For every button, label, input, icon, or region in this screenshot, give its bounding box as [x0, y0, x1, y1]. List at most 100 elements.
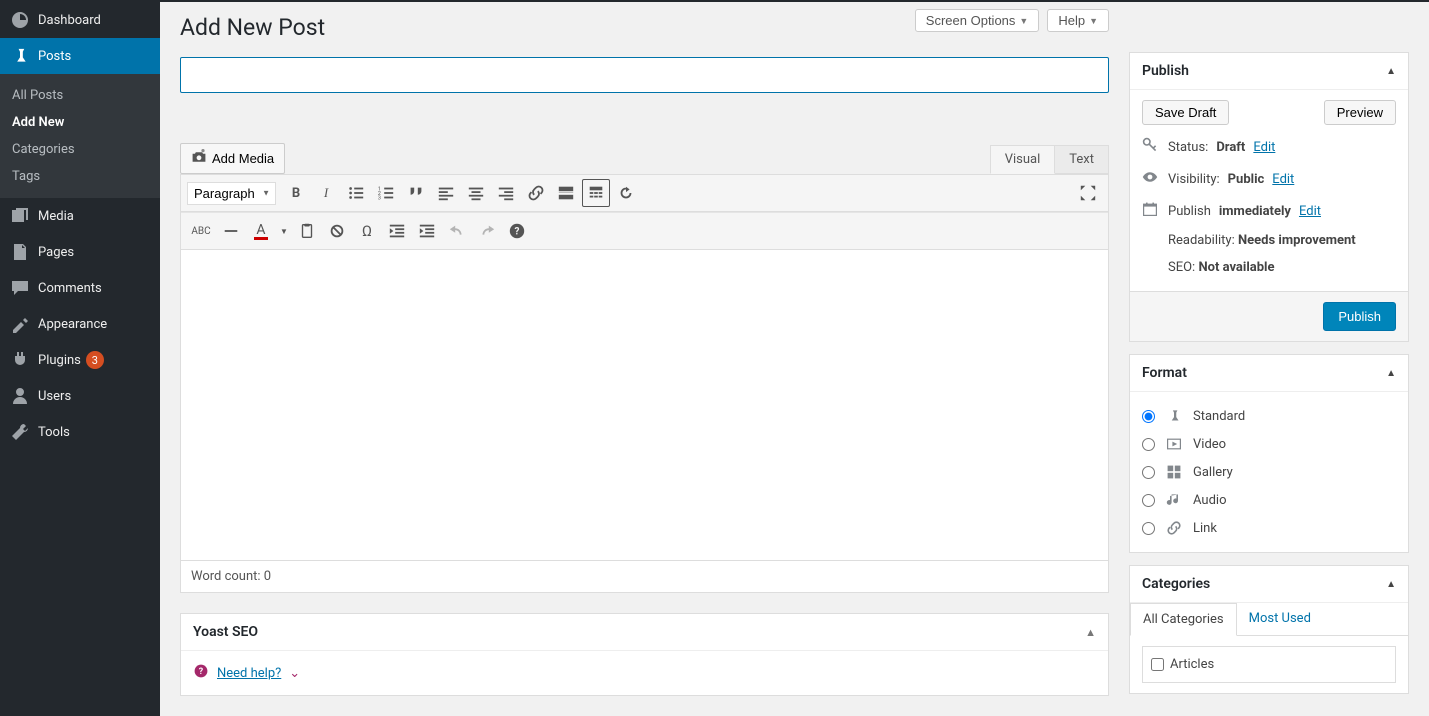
hr-button[interactable] — [217, 217, 245, 245]
edit-visibility-link[interactable]: Edit — [1272, 172, 1294, 187]
submenu-tags[interactable]: Tags — [0, 163, 160, 190]
gallery-icon — [1165, 463, 1183, 481]
text-color-dropdown[interactable]: ▼ — [277, 217, 291, 245]
format-option-gallery[interactable]: Gallery — [1142, 458, 1396, 486]
bullet-list-button[interactable] — [342, 179, 370, 207]
svg-text:?: ? — [199, 667, 204, 677]
sidebar-label: Appearance — [38, 317, 107, 332]
preview-button[interactable]: Preview — [1324, 100, 1396, 125]
clear-formatting-button[interactable] — [323, 217, 351, 245]
publish-button[interactable]: Publish — [1323, 302, 1396, 331]
sidebar-item-appearance[interactable]: Appearance — [0, 306, 160, 342]
toolbar-toggle-button[interactable] — [582, 179, 610, 207]
undo-button[interactable] — [443, 217, 471, 245]
sidebar-item-dashboard[interactable]: Dashboard — [0, 2, 160, 38]
screen-options-button[interactable]: Screen Options — [915, 9, 1040, 32]
sidebar-label: Comments — [38, 281, 102, 296]
chevron-up-icon: ▲ — [1386, 368, 1396, 379]
publish-panel: Publish ▲ Save Draft Preview Status: Dra… — [1129, 52, 1409, 342]
video-icon — [1165, 435, 1183, 453]
word-count: Word count: 0 — [181, 560, 1108, 592]
submenu-categories[interactable]: Categories — [0, 136, 160, 163]
pin-icon — [1165, 407, 1183, 425]
redo-button[interactable] — [473, 217, 501, 245]
blockquote-button[interactable] — [402, 179, 430, 207]
link-icon — [1165, 519, 1183, 537]
bold-button[interactable]: B — [282, 179, 310, 207]
fullscreen-button[interactable] — [1074, 179, 1102, 207]
sidebar-item-comments[interactable]: Comments — [0, 270, 160, 306]
sidebar-item-media[interactable]: Media — [0, 198, 160, 234]
add-media-button[interactable]: Add Media — [180, 143, 285, 174]
edit-schedule-link[interactable]: Edit — [1299, 204, 1321, 219]
submenu-add-new[interactable]: Add New — [0, 109, 160, 136]
format-option-audio[interactable]: Audio — [1142, 486, 1396, 514]
sidebar-label: Pages — [38, 245, 74, 260]
paragraph-format-select[interactable]: Paragraph — [187, 182, 276, 205]
yoast-seo-metabox: Yoast SEO ▲ ? Need help? ⌄ — [180, 613, 1109, 696]
camera-icon — [191, 149, 207, 168]
yoast-header[interactable]: Yoast SEO ▲ — [181, 614, 1108, 651]
sidebar-item-tools[interactable]: Tools — [0, 414, 160, 450]
editor-tab-visual[interactable]: Visual — [990, 145, 1056, 174]
special-char-button[interactable]: Ω — [353, 217, 381, 245]
admin-sidebar: Dashboard Posts All Posts Add New Catego… — [0, 2, 160, 716]
italic-button[interactable]: I — [312, 179, 340, 207]
link-button[interactable] — [522, 179, 550, 207]
editor-tab-text[interactable]: Text — [1055, 145, 1109, 174]
refresh-button[interactable] — [612, 179, 640, 207]
post-content-editor[interactable] — [181, 250, 1108, 560]
chevron-down-icon[interactable]: ⌄ — [289, 666, 300, 681]
pages-icon — [10, 242, 30, 262]
format-option-link[interactable]: Link — [1142, 514, 1396, 542]
edit-status-link[interactable]: Edit — [1253, 140, 1275, 155]
save-draft-button[interactable]: Save Draft — [1142, 100, 1229, 125]
align-right-button[interactable] — [492, 179, 520, 207]
svg-text:?: ? — [515, 227, 520, 238]
outdent-button[interactable] — [383, 217, 411, 245]
post-title-input[interactable] — [180, 57, 1109, 93]
need-help-link[interactable]: Need help? — [217, 666, 281, 681]
chevron-up-icon: ▲ — [1085, 626, 1096, 639]
paste-text-button[interactable] — [293, 217, 321, 245]
text-color-button[interactable]: A — [247, 217, 275, 245]
categories-tab-all[interactable]: All Categories — [1130, 603, 1237, 636]
calendar-icon — [1142, 201, 1160, 221]
key-icon — [1142, 137, 1160, 157]
submenu-all-posts[interactable]: All Posts — [0, 82, 160, 109]
format-panel-header[interactable]: Format ▲ — [1130, 355, 1408, 392]
strikethrough-button[interactable]: ABC — [187, 217, 215, 245]
sidebar-label: Tools — [38, 425, 70, 440]
chevron-up-icon: ▲ — [1386, 579, 1396, 590]
sidebar-item-pages[interactable]: Pages — [0, 234, 160, 270]
sidebar-item-posts[interactable]: Posts — [0, 38, 160, 74]
chevron-up-icon: ▲ — [1386, 66, 1396, 77]
pin-icon — [10, 46, 30, 66]
users-icon — [10, 386, 30, 406]
sidebar-item-users[interactable]: Users — [0, 378, 160, 414]
help-button[interactable]: Help — [1047, 9, 1109, 32]
publish-panel-header[interactable]: Publish ▲ — [1130, 53, 1408, 90]
sidebar-label: Dashboard — [38, 13, 101, 28]
format-option-standard[interactable]: Standard — [1142, 402, 1396, 430]
align-center-button[interactable] — [462, 179, 490, 207]
sidebar-item-plugins[interactable]: Plugins 3 — [0, 342, 160, 378]
categories-tab-most-used[interactable]: Most Used — [1237, 603, 1323, 635]
comments-icon — [10, 278, 30, 298]
plugins-icon — [10, 350, 30, 370]
category-item-articles[interactable]: Articles — [1151, 655, 1387, 674]
appearance-icon — [10, 314, 30, 334]
align-left-button[interactable] — [432, 179, 460, 207]
read-more-button[interactable] — [552, 179, 580, 207]
sidebar-label: Media — [38, 209, 74, 224]
indent-button[interactable] — [413, 217, 441, 245]
dashboard-icon — [10, 10, 30, 30]
format-option-video[interactable]: Video — [1142, 430, 1396, 458]
categories-panel-header[interactable]: Categories ▲ — [1130, 566, 1408, 603]
numbered-list-button[interactable]: 123 — [372, 179, 400, 207]
help-icon-button[interactable]: ? — [503, 217, 531, 245]
plugins-badge: 3 — [86, 351, 104, 369]
format-panel: Format ▲ Standard Video Gallery — [1129, 354, 1409, 553]
svg-text:3: 3 — [378, 195, 381, 201]
sidebar-label: Users — [38, 389, 71, 404]
